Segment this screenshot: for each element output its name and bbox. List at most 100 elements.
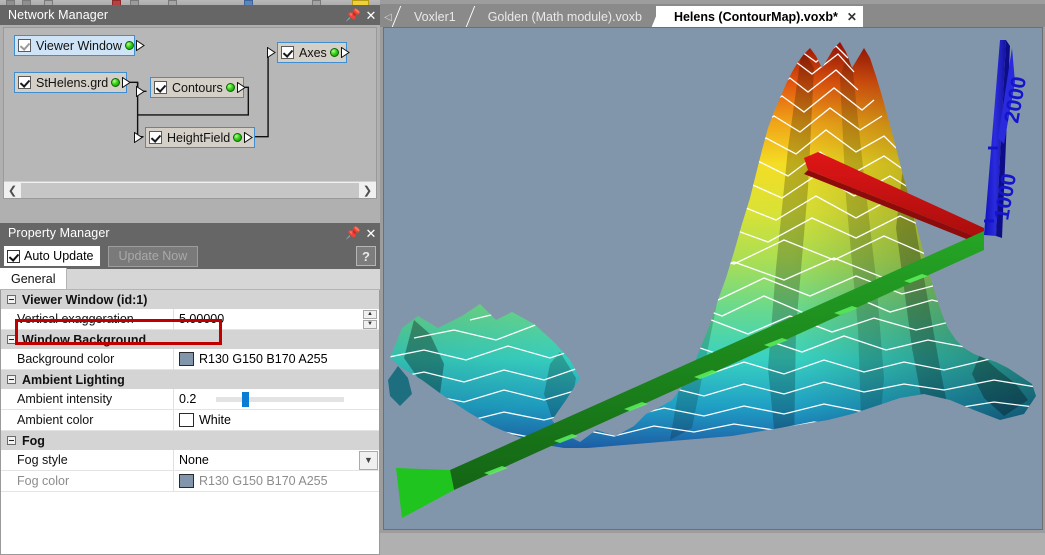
hscroll-thumb[interactable]	[21, 182, 359, 198]
pin-icon[interactable]: 📌	[344, 6, 363, 24]
network-node-axes[interactable]: Axes	[277, 42, 350, 63]
node-checkbox[interactable]	[18, 76, 31, 89]
ambient-intensity-slider[interactable]	[216, 391, 344, 407]
node-output-port[interactable]	[236, 82, 246, 93]
spinner-down-icon[interactable]: ▼	[363, 319, 377, 329]
network-node-viewer-window[interactable]: Viewer Window	[14, 35, 145, 56]
node-label: Viewer Window	[36, 38, 122, 53]
node-label: StHelens.grd	[36, 75, 109, 90]
auto-update-checkbox[interactable]: Auto Update	[4, 246, 100, 266]
property-value: 5.00000	[179, 312, 225, 326]
property-group-label: Fog	[22, 433, 45, 448]
property-group-label: Ambient Lighting	[22, 372, 125, 387]
node-checkbox[interactable]	[281, 46, 294, 59]
network-node-contours[interactable]: Contours	[150, 77, 246, 98]
voxler-application-window: Network Manager 📌 ✕ Viewer Window StHelen…	[0, 0, 1045, 555]
auto-update-label: Auto Update	[24, 249, 94, 263]
property-value-cell[interactable]: R130 G150 B170 A255	[174, 471, 379, 491]
network-node-sthelens-grd[interactable]: StHelens.grd	[14, 72, 132, 93]
tab-general[interactable]: General	[0, 268, 68, 289]
viewport-background	[384, 28, 1042, 529]
network-node-heightfield[interactable]: HeightField	[145, 127, 255, 148]
document-tab-host: Voxler1 Golden (Math module).voxb Helens (…	[396, 6, 863, 27]
property-value: 0.2	[179, 392, 197, 406]
property-group-header[interactable]: Viewer Window (id:1)	[1, 290, 379, 309]
node-output-port[interactable]	[135, 40, 145, 51]
spinner-stepper[interactable]: ▲ ▼	[363, 309, 377, 329]
property-manager-title: Property Manager	[8, 226, 110, 240]
chevron-down-icon[interactable]: ▼	[359, 450, 378, 470]
network-hscrollbar[interactable]: ❮ ❯	[4, 181, 376, 198]
property-group-label: Window Background	[22, 332, 147, 347]
property-value: None	[179, 453, 209, 467]
node-output-port[interactable]	[340, 47, 350, 58]
collapse-icon[interactable]	[7, 295, 16, 304]
node-status-led	[111, 78, 121, 87]
property-list[interactable]: Viewer Window (id:1) Vertical exaggeratio…	[0, 290, 380, 555]
property-tabstrip: General	[0, 268, 380, 290]
collapse-icon[interactable]	[7, 436, 16, 445]
property-label: Background color	[1, 349, 174, 369]
chevron-left-icon[interactable]: ❮	[4, 182, 21, 198]
document-tab[interactable]: Golden (Math module).voxb	[469, 6, 656, 27]
property-label: Vertical exaggeration	[1, 309, 174, 329]
pin-icon[interactable]: 📌	[344, 224, 363, 242]
node-output-port[interactable]	[244, 132, 254, 143]
node-status-led	[124, 41, 134, 50]
spinner-up-icon[interactable]: ▲	[363, 309, 377, 319]
collapse-icon[interactable]	[7, 335, 16, 344]
property-row[interactable]: Vertical exaggeration 5.00000 ▲ ▼	[1, 309, 379, 330]
property-row[interactable]: Ambient intensity 0.2	[1, 389, 379, 410]
color-swatch[interactable]	[179, 474, 194, 488]
document-tab-label: Voxler1	[414, 9, 456, 24]
axes-input-port[interactable]	[267, 47, 276, 58]
document-area: ◁ Voxler1 Golden (Math module).voxb Helens…	[380, 0, 1045, 533]
property-row[interactable]: Fog color R130 G150 B170 A255	[1, 471, 379, 492]
3d-scene: 2000 1000	[384, 28, 1042, 529]
node-status-led	[225, 83, 235, 92]
network-canvas[interactable]: Viewer Window StHelens.grd Contours HeightF…	[3, 27, 377, 199]
update-now-button[interactable]: Update Now	[107, 245, 199, 267]
property-value: R130 G150 B170 A255	[199, 474, 328, 488]
property-label: Ambient color	[1, 410, 174, 430]
close-icon[interactable]: ✕	[362, 6, 380, 24]
3d-viewport[interactable]: 2000 1000	[383, 27, 1043, 530]
property-value-cell[interactable]: White	[174, 410, 379, 430]
close-icon[interactable]: ✕	[847, 10, 857, 24]
node-output-port[interactable]	[122, 77, 132, 88]
property-value-cell[interactable]: 5.00000 ▲ ▼	[174, 309, 379, 329]
close-icon[interactable]: ✕	[362, 224, 380, 242]
node-label: Axes	[299, 45, 327, 60]
help-button[interactable]: ?	[356, 246, 376, 266]
property-group-label: Viewer Window (id:1)	[22, 292, 148, 307]
property-value-cell[interactable]: 0.2	[174, 389, 379, 409]
node-label: Contours	[172, 80, 223, 95]
property-value-cell[interactable]: None ▼	[174, 450, 379, 470]
document-tab[interactable]: Voxler1	[396, 6, 470, 27]
heightfield-input-port[interactable]	[134, 132, 143, 143]
left-dock: Network Manager 📌 ✕ Viewer Window StHelen…	[0, 5, 380, 555]
collapse-icon[interactable]	[7, 375, 16, 384]
property-group-header[interactable]: Window Background	[1, 330, 379, 349]
property-manager-toolbar: Auto Update Update Now ?	[0, 243, 380, 269]
node-status-led	[329, 48, 339, 57]
property-value-cell[interactable]: R130 G150 B170 A255	[174, 349, 379, 369]
node-checkbox[interactable]	[149, 131, 162, 144]
color-swatch[interactable]	[179, 413, 194, 427]
checkbox-icon	[7, 249, 20, 263]
color-swatch[interactable]	[179, 352, 194, 366]
node-checkbox[interactable]	[18, 39, 31, 52]
property-row[interactable]: Ambient color White	[1, 410, 379, 431]
property-row[interactable]: Background color R130 G150 B170 A255	[1, 349, 379, 370]
node-status-led	[233, 133, 243, 142]
property-row[interactable]: Fog style None ▼	[1, 450, 379, 471]
chevron-right-icon[interactable]: ❯	[359, 182, 376, 198]
document-tab[interactable]: Helens (ContourMap).voxb* ✕	[655, 6, 863, 27]
property-group-header[interactable]: Fog	[1, 431, 379, 450]
document-tab-label: Helens (ContourMap).voxb*	[673, 9, 838, 24]
contours-input-port[interactable]	[136, 86, 145, 97]
node-checkbox[interactable]	[154, 81, 167, 94]
document-tabbar: ◁ Voxler1 Golden (Math module).voxb Helens…	[380, 4, 1045, 27]
property-group-header[interactable]: Ambient Lighting	[1, 370, 379, 389]
property-manager-panel: Property Manager 📌 ✕ Auto Update Update …	[0, 223, 380, 555]
